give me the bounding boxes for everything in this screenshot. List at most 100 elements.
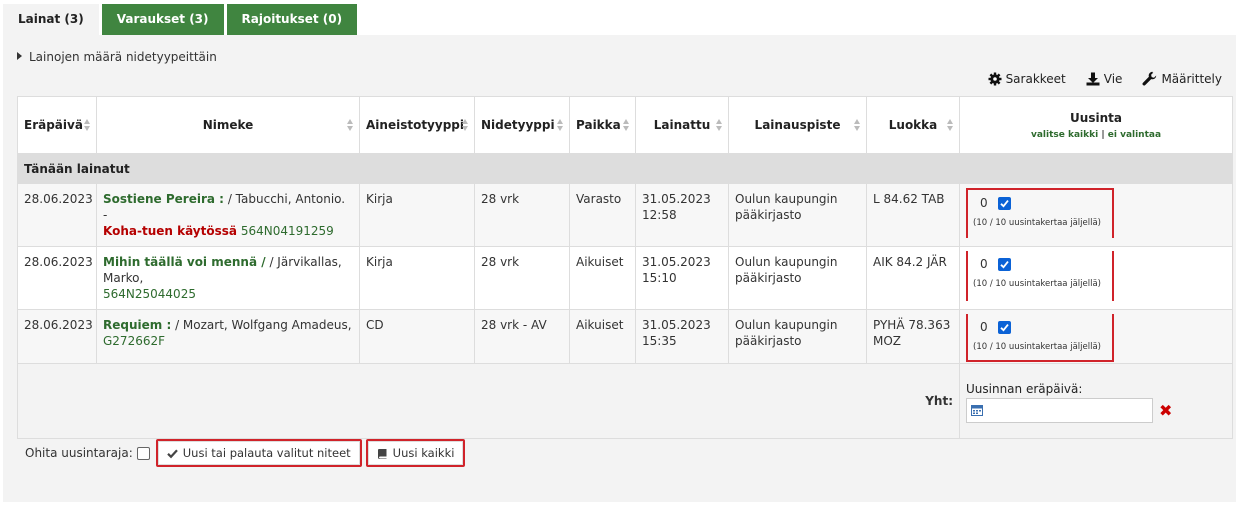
header-checkedout-label: Lainattu: [653, 118, 711, 132]
book-icon: [377, 448, 387, 459]
barcode-link[interactable]: 564N25044025: [103, 287, 196, 301]
loantype: 28 vrk: [474, 246, 570, 310]
sort-icon: [947, 119, 954, 131]
location: Aikuiset: [569, 246, 636, 310]
table-row: 28.06.2023 Sostiene Pereira : / Tabucchi…: [17, 183, 1233, 247]
renew-checkbox[interactable]: [998, 320, 1011, 334]
warning-text: Koha-tuen käytössä: [103, 224, 237, 238]
checkouts-table: Eräpäivä Nimeke Aineistotyyppi Nidetyypp…: [17, 96, 1233, 439]
header-renew-label: Uusinta: [1070, 110, 1122, 125]
checkout-datetime: 31.05.2023 15:10: [635, 246, 729, 310]
renew-highlight: 0 (10 / 10 uusintakertaa jäljellä): [966, 188, 1114, 238]
gear-icon: [988, 72, 1002, 85]
select-none-link[interactable]: ei valintaa: [1108, 130, 1161, 140]
header-renew: Uusinta valitse kaikki | ei valintaa: [959, 96, 1233, 154]
renew-cell: 0 (10 / 10 uusintakertaa jäljellä): [959, 309, 1233, 364]
renew-count: 0: [980, 257, 988, 271]
title-link[interactable]: Requiem :: [103, 318, 171, 332]
wrench-icon: [1142, 71, 1157, 86]
configure-button[interactable]: Määrittely: [1142, 71, 1222, 86]
configure-label: Määrittely: [1161, 71, 1222, 86]
select-all-link[interactable]: valitse kaikki: [1031, 130, 1098, 140]
tab-holds[interactable]: Varaukset (3): [101, 4, 224, 35]
table-toolbar: Sarakkeet Vie Määrittely: [988, 71, 1222, 86]
due-date: 28.06.2023: [17, 309, 97, 364]
renew-all-label: Uusi kaikki: [392, 446, 455, 460]
header-due-label: Eräpäivä: [24, 118, 83, 132]
itemtype: CD: [359, 309, 475, 364]
header-location-label: Paikka: [576, 118, 621, 132]
renew-info: (10 / 10 uusintakertaa jäljellä): [973, 279, 1101, 289]
total-label: Yht:: [17, 363, 960, 439]
renewal-due-cell: Uusinnan eräpäivä: ✖: [959, 363, 1233, 439]
renew-cell: 0 (10 / 10 uusintakertaa jäljellä): [959, 246, 1233, 310]
checkmark-icon: [1000, 260, 1009, 269]
renew-select-links: valitse kaikki | ei valintaa: [966, 130, 1226, 140]
header-loantype-label: Nidetyyppi: [481, 118, 555, 132]
sort-icon: [716, 119, 723, 131]
columns-button[interactable]: Sarakkeet: [988, 71, 1066, 86]
due-date: 28.06.2023: [17, 246, 97, 310]
author: / Mozart, Wolfgang Amadeus,: [175, 318, 352, 332]
checkouts-page: Lainat (3) Varaukset (3) Rajoitukset (0)…: [0, 0, 1236, 508]
sort-icon: [462, 119, 469, 131]
checkout-datetime: 31.05.2023 15:35: [635, 309, 729, 364]
header-checkedout[interactable]: Lainattu: [635, 96, 729, 154]
columns-label: Sarakkeet: [1005, 71, 1066, 86]
itemtype: Kirja: [359, 183, 475, 247]
header-callnumber-label: Luokka: [888, 118, 938, 132]
barcode-link[interactable]: G272662F: [103, 334, 165, 348]
header-due[interactable]: Eräpäivä: [17, 96, 97, 154]
library: Oulun kaupungin pääkirjasto: [728, 246, 867, 310]
renew-info: (10 / 10 uusintakertaa jäljellä): [973, 342, 1101, 352]
renew-highlight: 0 (10 / 10 uusintakertaa jäljellä): [966, 314, 1114, 362]
renew-checkbox[interactable]: [998, 257, 1011, 271]
export-label: Vie: [1103, 71, 1123, 86]
header-loantype[interactable]: Nidetyyppi: [474, 96, 570, 154]
renewal-due-label: Uusinnan eräpäivä:: [966, 382, 1083, 396]
title-cell: Mihin täällä voi mennä / / Järvikallas, …: [96, 246, 360, 310]
callnumber: PYHÄ 78.363 MOZ: [866, 309, 960, 364]
toggle-label: Lainojen määrä nidetyypeittäin: [29, 50, 217, 64]
renew-or-checkin-button[interactable]: Uusi tai palauta valitut niteet: [155, 439, 362, 467]
title-cell: Requiem : / Mozart, Wolfgang Amadeus, G2…: [96, 309, 360, 364]
title-link[interactable]: Sostiene Pereira :: [103, 192, 224, 206]
renew-all-button[interactable]: Uusi kaikki: [365, 439, 466, 467]
export-button[interactable]: Vie: [1086, 71, 1123, 86]
tab-checkouts[interactable]: Lainat (3): [3, 4, 99, 35]
override-checkbox[interactable]: [136, 446, 150, 460]
checkouts-panel: Lainojen määrä nidetyypeittäin Sarakkeet…: [3, 35, 1236, 502]
location: Varasto: [569, 183, 636, 247]
table-row: 28.06.2023 Mihin täällä voi mennä / / Jä…: [17, 246, 1233, 310]
header-location[interactable]: Paikka: [569, 96, 636, 154]
checkout-time: 15:35: [642, 334, 677, 348]
header-library[interactable]: Lainauspiste: [728, 96, 867, 154]
renew-count: 0: [980, 196, 988, 210]
title-cell: Sostiene Pereira : / Tabucchi, Antonio. …: [96, 183, 360, 247]
clear-date-icon[interactable]: ✖: [1159, 401, 1172, 420]
sort-icon: [347, 119, 354, 131]
barcode-link[interactable]: 564N04191259: [241, 224, 334, 238]
sort-icon: [623, 119, 630, 131]
sort-icon: [84, 119, 91, 131]
override-label: Ohita uusintaraja:: [25, 446, 133, 460]
renew-count: 0: [980, 320, 988, 334]
library: Oulun kaupungin pääkirjasto: [728, 309, 867, 364]
header-callnumber[interactable]: Luokka: [866, 96, 960, 154]
download-icon: [1086, 72, 1100, 85]
header-title[interactable]: Nimeke: [96, 96, 360, 154]
header-itemtype[interactable]: Aineistotyyppi: [359, 96, 475, 154]
callnumber: AIK 84.2 JÄR: [866, 246, 960, 310]
checkmark-icon: [1000, 199, 1009, 208]
title-link[interactable]: Mihin täällä voi mennä /: [103, 255, 266, 269]
checkout-time: 12:58: [642, 208, 677, 222]
tab-bar: Lainat (3) Varaukset (3) Rajoitukset (0): [3, 4, 358, 35]
sort-icon: [854, 119, 861, 131]
renew-checkbox[interactable]: [998, 196, 1011, 210]
tab-restrictions[interactable]: Rajoitukset (0): [226, 4, 358, 35]
renewal-due-input[interactable]: [966, 398, 1153, 423]
checkout-counts-toggle[interactable]: Lainojen määrä nidetyypeittäin: [17, 50, 217, 64]
checkout-time: 15:10: [642, 271, 677, 285]
check-icon: [166, 448, 178, 458]
override-limit: Ohita uusintaraja:: [25, 446, 150, 460]
